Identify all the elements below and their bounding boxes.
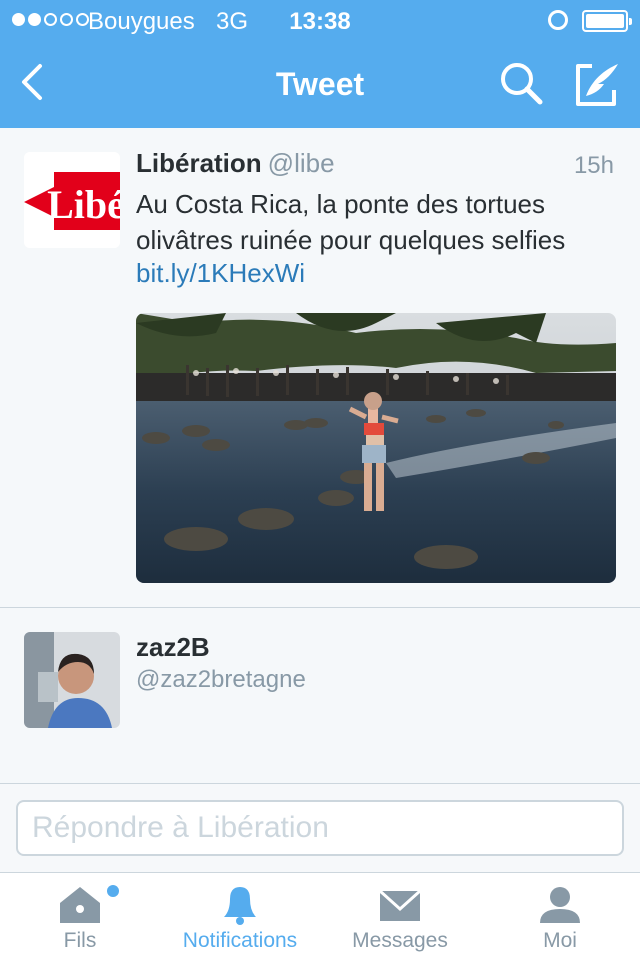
tab-label: Fils	[63, 929, 97, 952]
tab-label: Moi	[543, 929, 577, 952]
nav-bar: Tweet	[0, 40, 640, 128]
tab-me[interactable]: Moi	[480, 873, 640, 960]
tab-label: Messages	[352, 929, 448, 952]
envelope-icon	[378, 889, 422, 921]
alarm-icon	[548, 10, 568, 30]
person-icon	[540, 887, 580, 923]
author-avatar[interactable]: Libé	[24, 152, 120, 248]
reply-input[interactable]	[16, 800, 624, 856]
user-handle: @zaz2bretagne	[136, 666, 306, 693]
compose-button[interactable]	[572, 60, 622, 110]
battery-icon	[582, 10, 632, 32]
bell-icon	[224, 887, 256, 925]
tab-home[interactable]: Fils	[0, 873, 160, 960]
tab-messages[interactable]: Messages	[320, 873, 480, 960]
replying-user: zaz2B @zaz2bretagne	[0, 608, 640, 784]
compose-tweet-icon	[576, 64, 618, 106]
header: Bouygues 3G 13:38 Tweet	[0, 0, 640, 128]
home-icon	[60, 887, 100, 923]
tweet-link[interactable]: bit.ly/1KHexWi	[136, 258, 305, 289]
author-line[interactable]: Libération @libe	[136, 148, 335, 179]
reply-bar	[0, 783, 640, 872]
status-time: 13:38	[289, 8, 351, 35]
user-photo	[24, 632, 120, 728]
beach-turtles-photo	[136, 313, 616, 583]
tab-notifications[interactable]: Notifications	[160, 873, 320, 960]
status-bar: Bouygues 3G 13:38	[0, 0, 640, 40]
liberation-logo: Libé	[24, 152, 120, 248]
tweet-timestamp: 15h	[573, 152, 614, 179]
tweet-photo[interactable]	[136, 313, 616, 583]
tweet-detail[interactable]: Libé Libération @libe 15h Au Costa Rica, …	[0, 128, 640, 608]
tab-label: Notifications	[182, 929, 298, 952]
logo-text: Libé	[47, 182, 120, 227]
search-button[interactable]	[498, 60, 546, 108]
author-handle[interactable]: @libe	[268, 148, 335, 178]
user-avatar[interactable]	[24, 632, 120, 728]
author-name[interactable]: Libération	[136, 148, 262, 178]
user-name: zaz2B	[136, 632, 210, 662]
unread-indicator	[107, 885, 119, 897]
tweet-text: Au Costa Rica, la ponte des tortues oliv…	[136, 189, 566, 255]
search-icon	[501, 63, 543, 105]
tab-bar: Fils Notifications Messages Moi	[0, 872, 640, 960]
